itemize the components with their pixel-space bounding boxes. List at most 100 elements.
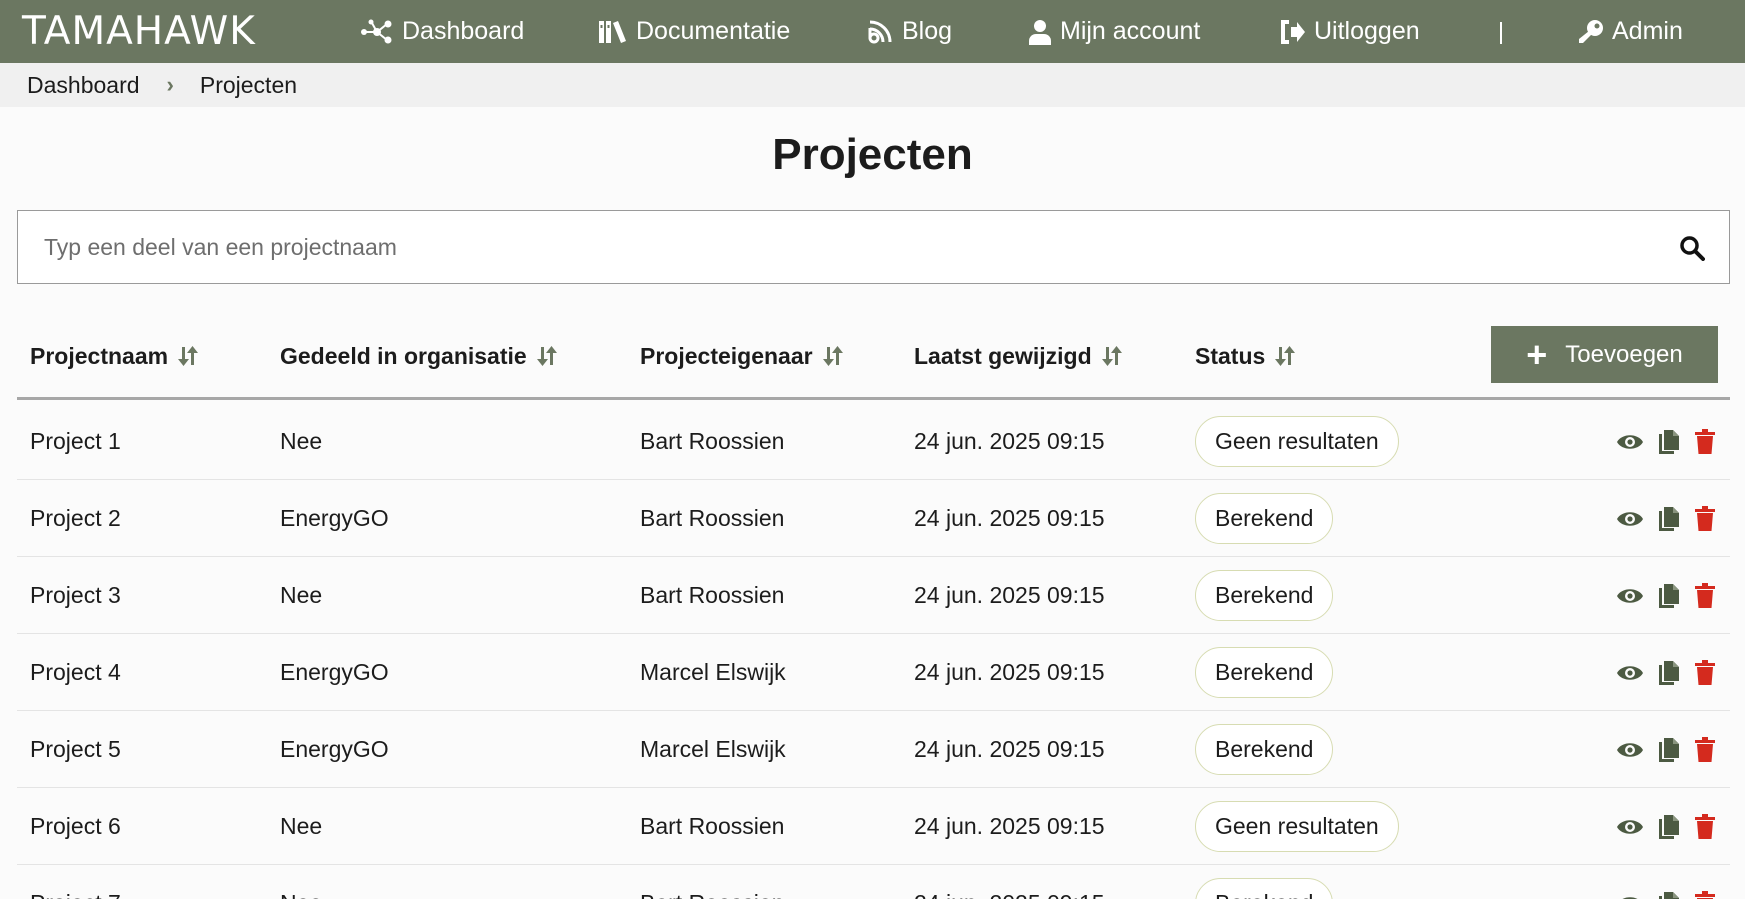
- search-input[interactable]: [44, 211, 1644, 283]
- nav-account[interactable]: Mijn account: [1028, 0, 1200, 63]
- table-row[interactable]: Project 6 Nee Bart Roossien 24 jun. 2025…: [17, 788, 1730, 865]
- project-name[interactable]: Project 2: [30, 480, 121, 557]
- column-header-label: Projectnaam: [30, 342, 169, 369]
- last-modified: 24 jun. 2025 09:15: [914, 428, 1105, 454]
- trash-icon[interactable]: [1694, 428, 1716, 455]
- shared-organisation: Nee: [280, 582, 323, 608]
- copy-icon[interactable]: [1658, 506, 1680, 532]
- table-row[interactable]: Project 7 Nee Bart Roossien 24 jun. 2025…: [17, 865, 1730, 899]
- chevron-right-icon: ›: [166, 72, 174, 97]
- breadcrumb-dashboard[interactable]: Dashboard: [27, 72, 140, 99]
- copy-icon[interactable]: [1658, 814, 1680, 840]
- status-badge: Berekend: [1195, 878, 1334, 899]
- trash-icon[interactable]: [1694, 659, 1716, 686]
- nav-logout[interactable]: Uitloggen: [1280, 0, 1420, 63]
- table-row[interactable]: Project 1 Nee Bart Roossien 24 jun. 2025…: [17, 403, 1730, 480]
- project-name[interactable]: Project 1: [30, 403, 121, 480]
- last-modified: 24 jun. 2025 09:15: [914, 505, 1105, 531]
- table-row[interactable]: Project 5 EnergyGO Marcel Elswijk 24 jun…: [17, 711, 1730, 788]
- column-header-label: Status: [1195, 342, 1266, 369]
- last-modified: 24 jun. 2025 09:15: [914, 736, 1105, 762]
- project-name[interactable]: Project 5: [30, 711, 121, 788]
- row-actions: [1616, 480, 1716, 557]
- nav-admin-label: Admin: [1612, 17, 1683, 45]
- copy-icon[interactable]: [1658, 583, 1680, 609]
- breadcrumb: Dashboard › Projecten: [0, 63, 1745, 107]
- copy-icon[interactable]: [1658, 891, 1680, 899]
- trash-icon[interactable]: [1694, 582, 1716, 609]
- nav-blog[interactable]: Blog: [866, 0, 952, 63]
- table-row[interactable]: Project 4 EnergyGO Marcel Elswijk 24 jun…: [17, 634, 1730, 711]
- column-header-gedeeld[interactable]: Gedeeld in organisatie: [280, 326, 557, 386]
- last-modified: 24 jun. 2025 09:15: [914, 865, 1105, 899]
- nav-documentation[interactable]: Documentatie: [598, 0, 790, 63]
- project-name[interactable]: Project 6: [30, 788, 121, 865]
- project-name[interactable]: Project 4: [30, 634, 121, 711]
- logout-icon: [1281, 19, 1305, 44]
- shared-organisation: EnergyGO: [280, 736, 389, 762]
- row-actions: [1616, 711, 1716, 788]
- user-icon: [1029, 19, 1051, 45]
- column-header-eigenaar[interactable]: Projecteigenaar: [640, 326, 843, 386]
- eye-icon[interactable]: [1616, 509, 1644, 529]
- copy-icon[interactable]: [1658, 737, 1680, 763]
- shared-organisation: EnergyGO: [280, 659, 389, 685]
- trash-icon[interactable]: [1694, 505, 1716, 532]
- copy-icon[interactable]: [1658, 660, 1680, 686]
- breadcrumb-current: Projecten: [199, 71, 298, 98]
- books-icon: [599, 20, 626, 43]
- sort-icon: [536, 346, 557, 366]
- status-badge: Berekend: [1195, 647, 1334, 698]
- row-actions: [1616, 788, 1716, 865]
- copy-icon[interactable]: [1658, 429, 1680, 455]
- status-badge: Berekend: [1195, 570, 1334, 621]
- search-box: [17, 210, 1730, 284]
- eye-icon[interactable]: [1616, 432, 1644, 452]
- eye-icon[interactable]: [1616, 586, 1644, 606]
- eye-icon[interactable]: [1616, 817, 1644, 837]
- nav-dashboard-label: Dashboard: [402, 17, 525, 45]
- project-name[interactable]: Project 7: [30, 865, 121, 899]
- plus-icon: +: [1526, 333, 1548, 375]
- nav-documentation-label: Documentatie: [636, 17, 791, 45]
- column-header-gewijzigd[interactable]: Laatst gewijzigd: [914, 326, 1122, 386]
- nav-dashboard[interactable]: Dashboard: [360, 0, 524, 63]
- trash-icon[interactable]: [1694, 890, 1716, 899]
- column-header-projectnaam[interactable]: Projectnaam: [30, 326, 199, 386]
- project-owner: Marcel Elswijk: [640, 659, 786, 685]
- shared-organisation: Nee: [280, 865, 322, 899]
- shared-organisation: Nee: [280, 813, 323, 839]
- search-icon[interactable]: [1679, 235, 1705, 261]
- last-modified: 24 jun. 2025 09:15: [914, 659, 1105, 685]
- trash-icon[interactable]: [1694, 813, 1716, 840]
- top-navigation: TAMAHAWK Dashboard Documentatie Blog Mij…: [0, 0, 1745, 63]
- trash-icon[interactable]: [1694, 736, 1716, 763]
- eye-icon[interactable]: [1616, 663, 1644, 683]
- column-header-label: Projecteigenaar: [640, 342, 813, 369]
- project-owner: Bart Roossien: [640, 505, 785, 531]
- add-project-button[interactable]: + Toevoegen: [1491, 326, 1718, 383]
- nav-logout-label: Uitloggen: [1314, 17, 1420, 45]
- status-badge: Geen resultaten: [1195, 416, 1399, 467]
- key-icon: [1579, 19, 1603, 43]
- project-owner: Marcel Elswijk: [640, 736, 786, 762]
- nav-account-label: Mijn account: [1060, 17, 1201, 45]
- sort-icon: [1275, 346, 1296, 366]
- project-owner: Bart Roossien: [640, 582, 785, 608]
- table-row[interactable]: Project 2 EnergyGO Bart Roossien 24 jun.…: [17, 480, 1730, 557]
- eye-icon[interactable]: [1616, 894, 1644, 899]
- status-badge: Berekend: [1195, 493, 1334, 544]
- table-row[interactable]: Project 3 Nee Bart Roossien 24 jun. 2025…: [17, 557, 1730, 634]
- nav-admin[interactable]: Admin: [1578, 0, 1683, 63]
- eye-icon[interactable]: [1616, 740, 1644, 760]
- column-header-label: Laatst gewijzigd: [914, 342, 1092, 369]
- brand-logo[interactable]: TAMAHAWK: [22, 7, 256, 55]
- column-header-status[interactable]: Status: [1195, 326, 1296, 386]
- add-project-label: Toevoegen: [1565, 340, 1683, 368]
- row-actions: [1616, 403, 1716, 480]
- sort-icon: [1101, 346, 1122, 366]
- sort-icon: [822, 346, 843, 366]
- project-name[interactable]: Project 3: [30, 557, 121, 634]
- row-actions: [1616, 557, 1716, 634]
- project-owner: Bart Roossien: [640, 428, 785, 454]
